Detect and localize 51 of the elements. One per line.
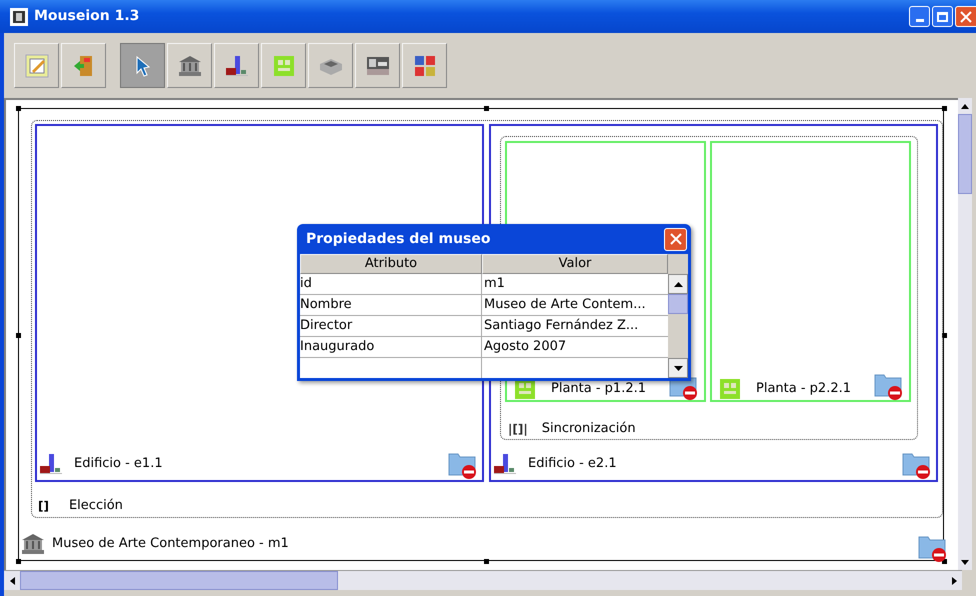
down-arrow-icon [674, 366, 682, 370]
scrollbar-thumb[interactable] [20, 571, 338, 590]
node-label: Edificio - e1.1 [74, 455, 163, 474]
node-label: Edificio - e2.1 [528, 455, 617, 474]
pencil-icon [24, 54, 48, 78]
resize-handle [16, 333, 21, 338]
resize-handle [942, 106, 947, 111]
horizontal-scrollbar[interactable] [4, 570, 962, 590]
up-arrow-icon [674, 282, 682, 286]
scrollbar-thumb[interactable] [958, 114, 972, 194]
scrollbar-thumb[interactable] [668, 294, 688, 314]
window-title: Mouseion 1.3 [34, 7, 140, 26]
column-header[interactable]: Atributo [300, 254, 482, 274]
dialog-title: Propiedades del museo [306, 230, 492, 248]
close-button[interactable] [955, 6, 976, 27]
node-label: Elección [68, 497, 123, 516]
floor-plan-icon [272, 54, 296, 78]
node-label: Sincronización [542, 420, 636, 438]
resize-handle [484, 106, 489, 111]
tower-icon [224, 54, 250, 78]
scroll-down-button[interactable] [668, 358, 688, 378]
node-label: Planta - p1.2.1 [551, 380, 646, 398]
choice-marker: [] [38, 498, 49, 515]
table-cell: Nombre [300, 295, 482, 316]
tower-icon [492, 452, 518, 476]
table-scrollbar[interactable] [668, 254, 688, 378]
tile-grid-icon [412, 54, 436, 78]
table-cell: Director [300, 316, 482, 337]
sync-marker: |[]| [508, 421, 528, 438]
node-label: Planta - p2.2.1 [756, 380, 852, 398]
tool-button[interactable] [120, 43, 165, 88]
maximize-button[interactable] [932, 6, 953, 27]
column-header[interactable]: Valor [482, 254, 668, 274]
table-cell: Inaugurado [300, 337, 482, 358]
minimize-button[interactable] [909, 6, 930, 27]
close-icon [960, 10, 972, 22]
node-label: Museo de Arte Contemporaneo - m1 [52, 535, 289, 554]
vertical-scrollbar[interactable] [958, 98, 972, 570]
tower-icon [38, 452, 64, 476]
temple-icon [20, 532, 46, 556]
app-icon [10, 8, 28, 26]
resize-handle [16, 559, 21, 564]
table-cell: id [300, 274, 482, 295]
resize-handle [16, 106, 21, 111]
floor-plan-icon [718, 377, 742, 401]
scroll-up-button[interactable] [668, 274, 688, 294]
close-icon [670, 233, 682, 245]
resize-handle [942, 333, 947, 338]
close-button[interactable] [664, 228, 687, 250]
resize-handle [484, 559, 489, 564]
temple-icon [176, 54, 202, 78]
